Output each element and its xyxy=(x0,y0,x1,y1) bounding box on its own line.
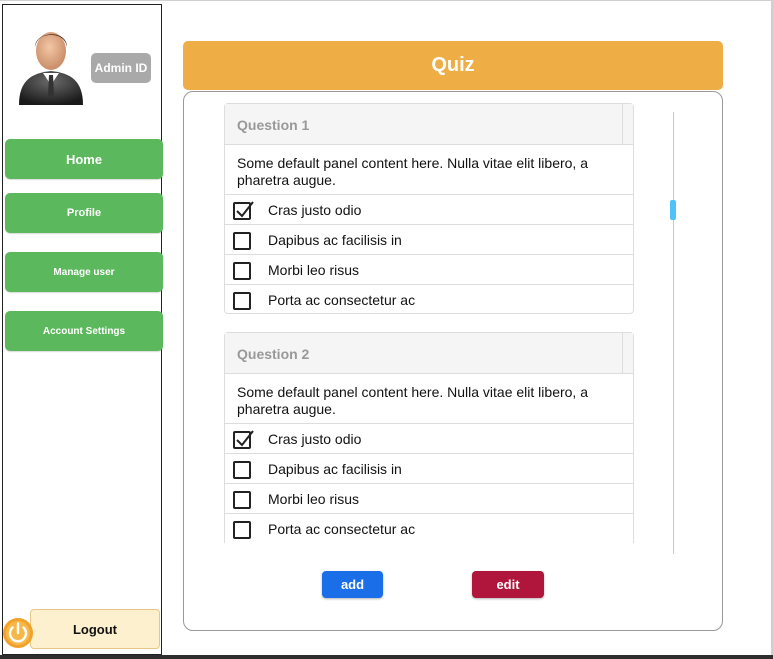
question-panel-1: Question 1 Some default panel content he… xyxy=(224,103,634,314)
answer-option[interactable]: Morbi leo risus xyxy=(225,484,633,514)
window-bottom-border xyxy=(0,655,773,659)
checkbox[interactable] xyxy=(233,262,251,280)
quiz-title: Quiz xyxy=(183,41,723,90)
checkmark-icon xyxy=(236,201,254,218)
option-label: Morbi leo risus xyxy=(268,262,360,278)
checkbox[interactable] xyxy=(233,201,254,220)
answer-option[interactable]: Porta ac consectetur ac xyxy=(225,514,633,544)
sidebar: Admin ID Home Profile Manage user Accoun… xyxy=(2,4,163,655)
power-icon[interactable] xyxy=(2,617,34,649)
option-label: Porta ac consectetur ac xyxy=(268,292,416,308)
checkbox[interactable] xyxy=(233,232,251,250)
logout-button[interactable]: Logout xyxy=(30,609,160,649)
option-label: Porta ac consectetur ac xyxy=(268,521,416,537)
option-label: Dapibus ac facilisis in xyxy=(268,461,402,477)
answer-option[interactable]: Dapibus ac facilisis in xyxy=(225,454,633,484)
edit-button[interactable]: edit xyxy=(472,571,544,598)
add-button[interactable]: add xyxy=(322,571,383,598)
checkbox[interactable] xyxy=(233,430,254,449)
question-title: Question 1 xyxy=(237,117,310,133)
nav-home-button[interactable]: Home xyxy=(5,139,163,179)
checkbox[interactable] xyxy=(233,461,251,479)
nav-account-settings-button[interactable]: Account Settings xyxy=(5,311,163,351)
checkbox[interactable] xyxy=(233,521,251,539)
checkbox[interactable] xyxy=(233,491,251,509)
question-text: Some default panel content here. Nulla v… xyxy=(225,374,633,424)
admin-id-badge: Admin ID xyxy=(91,53,151,83)
answer-option[interactable]: Dapibus ac facilisis in xyxy=(225,225,633,255)
answer-option[interactable]: Cras justo odio xyxy=(225,424,633,454)
scrollbar-thumb[interactable] xyxy=(670,200,676,220)
answer-option[interactable]: Morbi leo risus xyxy=(225,255,633,285)
nav-profile-button[interactable]: Profile xyxy=(5,193,163,233)
nav-manage-user-button[interactable]: Manage user xyxy=(5,252,163,292)
scrollbar-track[interactable] xyxy=(673,112,674,554)
option-label: Cras justo odio xyxy=(268,431,362,447)
header-divider xyxy=(622,104,623,144)
businessman-avatar-icon xyxy=(19,32,83,105)
question-header: Question 2 xyxy=(225,333,633,374)
window-top-border xyxy=(0,0,773,1)
option-label: Dapibus ac facilisis in xyxy=(268,232,402,248)
option-label: Cras justo odio xyxy=(268,202,362,218)
option-label: Morbi leo risus xyxy=(268,491,360,507)
question-text: Some default panel content here. Nulla v… xyxy=(225,145,633,195)
answer-option[interactable]: Porta ac consectetur ac xyxy=(225,285,633,315)
question-header: Question 1 xyxy=(225,104,633,145)
checkbox[interactable] xyxy=(233,292,251,310)
header-divider xyxy=(622,333,623,373)
answer-option[interactable]: Cras justo odio xyxy=(225,195,633,225)
question-title: Question 2 xyxy=(237,346,310,362)
question-panel-2: Question 2 Some default panel content he… xyxy=(224,332,634,543)
checkmark-icon xyxy=(236,430,254,447)
